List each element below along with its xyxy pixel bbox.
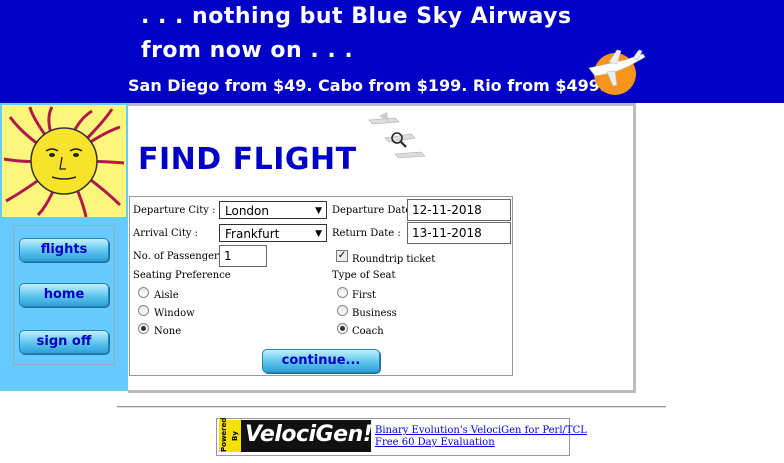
nav-box: flights home sign off <box>13 225 115 365</box>
header-banner: . . . nothing but Blue Sky Airways from … <box>0 0 784 103</box>
departure-city-label: Departure City : <box>133 205 216 216</box>
type-coach-label: Coach <box>352 326 384 337</box>
evaluation-link[interactable]: Free 60 Day Evaluation <box>375 437 495 448</box>
banner-headline-2: from now on . . . <box>141 38 354 63</box>
roundtrip-label: Roundtrip ticket <box>352 254 436 265</box>
return-date-label: Return Date : <box>332 228 401 239</box>
planes-magnifier-icon <box>368 112 426 159</box>
arrival-city-select[interactable]: Frankfurt ▼ <box>219 224 327 242</box>
departure-date-input[interactable]: 12-11-2018 <box>407 199 511 221</box>
seating-preference-label: Seating Preference <box>133 270 231 281</box>
seat-window-label: Window <box>154 308 195 319</box>
home-button[interactable]: home <box>19 283 109 307</box>
departure-city-select[interactable]: London ▼ <box>219 201 327 219</box>
passengers-input[interactable]: 1 <box>219 245 267 267</box>
powered-by-box: Powered By VelociGen! Binary Evolution's… <box>216 417 587 456</box>
sun-face-icon <box>3 106 125 218</box>
type-first-label: First <box>352 290 377 301</box>
sign-off-button[interactable]: sign off <box>19 330 109 354</box>
flights-button[interactable]: flights <box>19 238 109 262</box>
powered-by-strip: Powered By <box>219 417 241 452</box>
roundtrip-checkbox[interactable]: ✓ <box>336 250 348 262</box>
seat-aisle-radio[interactable] <box>138 287 149 298</box>
type-first-radio[interactable] <box>337 287 348 298</box>
departure-city-value: London <box>225 204 269 218</box>
departure-date-label: Departure Date : <box>332 205 418 216</box>
chevron-down-icon: ▼ <box>315 206 322 216</box>
type-coach-radio[interactable] <box>337 323 348 334</box>
passengers-label: No. of Passengers : <box>133 251 231 262</box>
airplane-logo-icon <box>588 49 646 95</box>
type-business-radio[interactable] <box>337 305 348 316</box>
seat-none-radio[interactable] <box>138 323 149 334</box>
velocigen-logo[interactable]: Powered By VelociGen! <box>219 417 373 452</box>
velocigen-logo-text: VelociGen! <box>245 422 373 447</box>
seat-type-label: Type of Seat <box>332 270 396 281</box>
arrival-city-value: Frankfurt <box>225 227 280 241</box>
continue-button[interactable]: continue... <box>262 349 380 373</box>
arrival-city-label: Arrival City : <box>133 228 199 239</box>
sun-logo <box>2 105 126 218</box>
page-title: FIND FLIGHT <box>138 142 357 177</box>
banner-prices: San Diego from $49. Cabo from $199. Rio … <box>128 76 606 95</box>
sidebar: flights home sign off <box>0 103 129 391</box>
banner-headline-1: . . . nothing but Blue Sky Airways <box>141 4 572 29</box>
seat-none-label: None <box>154 326 182 337</box>
seat-window-radio[interactable] <box>138 305 149 316</box>
seat-aisle-label: Aisle <box>154 290 179 301</box>
return-date-input[interactable]: 13-11-2018 <box>407 222 511 244</box>
velocigen-link[interactable]: Binary Evolution's VelociGen for Perl/TC… <box>375 425 587 436</box>
type-business-label: Business <box>352 308 397 319</box>
chevron-down-icon: ▼ <box>315 229 322 239</box>
footer-divider <box>117 406 666 408</box>
